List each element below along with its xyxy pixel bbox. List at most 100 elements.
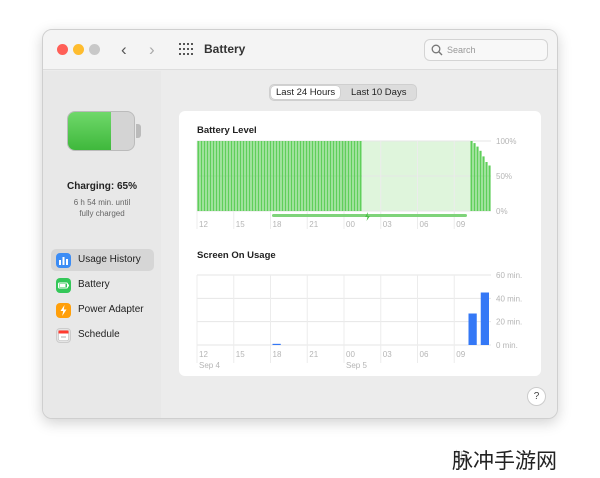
usage-bar	[272, 343, 281, 345]
battery-bar	[488, 165, 491, 211]
screen-on-usage-heading: Screen On Usage	[197, 250, 276, 261]
battery-bar	[320, 141, 323, 211]
usage-bar	[480, 292, 489, 345]
battery-bar	[245, 141, 248, 211]
sidebar-item-schedule[interactable]: Schedule	[51, 324, 154, 346]
battery-bar	[347, 141, 350, 211]
battery-bar	[473, 143, 476, 211]
battery-bar	[224, 141, 227, 211]
battery-bar	[266, 141, 269, 211]
battery-fill	[68, 112, 111, 150]
battery-bar	[476, 146, 479, 211]
battery-bar	[293, 141, 296, 211]
battery-bar	[308, 141, 311, 211]
battery-bar	[212, 141, 215, 211]
battery-bar	[284, 141, 287, 211]
battery-bar	[257, 141, 260, 211]
x-tick-label: 21	[309, 350, 318, 359]
battery-bar	[323, 141, 326, 211]
x-tick-label: 18	[273, 350, 282, 359]
battery-level-chart: 100% 50% 0% 12 15 18 21 00 03 06 09	[196, 137, 516, 229]
battery-bar	[209, 141, 212, 211]
time-remaining-line1: 6 h 54 min. until	[73, 198, 131, 207]
help-button[interactable]: ?	[527, 387, 546, 406]
sidebar-item-usage-history[interactable]: Usage History	[51, 249, 154, 271]
y-tick-label: 0%	[496, 207, 508, 216]
battery-tip	[136, 124, 141, 138]
window-title: Battery	[204, 42, 246, 56]
charging-status: Charging: 65%	[66, 181, 137, 192]
tab-last-10-days[interactable]: Last 10 Days	[346, 86, 411, 99]
search-placeholder: Search	[447, 45, 476, 55]
battery-bar	[275, 141, 278, 211]
range-segmented-control: Last 24 Hours Last 10 Days	[269, 84, 417, 101]
usage-chart-card: Battery Level 100% 50% 0% 12 15 18 21 00 03 06 09 …	[179, 111, 541, 376]
battery-bar	[479, 150, 482, 211]
battery-bar	[305, 141, 308, 211]
watermark-text: 脉冲手游网	[452, 450, 557, 473]
back-arrow-icon[interactable]: ‹	[121, 40, 127, 60]
bar-chart-icon	[56, 253, 71, 268]
x-tick-label: 06	[420, 220, 429, 229]
lightning-icon	[56, 303, 71, 318]
tab-last-24-hours[interactable]: Last 24 Hours	[271, 86, 341, 99]
battery-bar	[485, 162, 488, 211]
battery-bar	[287, 141, 290, 211]
battery-bar	[251, 141, 254, 211]
battery-bar	[296, 141, 299, 211]
battery-bar	[278, 141, 281, 211]
battery-bar	[317, 141, 320, 211]
battery-bar	[311, 141, 314, 211]
sidebar-item-power-adapter[interactable]: Power Adapter	[51, 299, 154, 321]
title-bar: ‹ › Battery Search	[43, 30, 557, 70]
x-tick-label: 15	[236, 350, 245, 359]
battery-bar	[236, 141, 239, 211]
zoom-window-button[interactable]	[89, 44, 100, 55]
battery-bar	[482, 156, 485, 211]
y-tick-label: 0 min.	[496, 341, 518, 350]
battery-bar	[203, 141, 206, 211]
x-tick-label: 03	[383, 220, 392, 229]
x-tick-label: 09	[456, 350, 465, 359]
battery-bar	[332, 141, 335, 211]
y-tick-label: 50%	[496, 172, 512, 181]
search-field[interactable]: Search	[424, 39, 548, 61]
time-remaining: 6 h 54 min. until fully charged	[43, 197, 161, 219]
battery-bar	[263, 141, 266, 211]
battery-bar	[470, 141, 473, 211]
x-tick-label: 21	[309, 220, 318, 229]
x-date-label: Sep 5	[346, 361, 367, 370]
battery-bar	[218, 141, 221, 211]
show-all-grid-icon[interactable]	[179, 43, 193, 55]
battery-window: ‹ › Battery Search Charging: 65% 6 h 54 …	[42, 29, 558, 419]
sidebar-item-label: Battery	[78, 279, 110, 290]
x-tick-label: 18	[273, 220, 282, 229]
battery-bar	[233, 141, 236, 211]
battery-bar	[197, 141, 200, 211]
battery-bar	[353, 141, 356, 211]
battery-icon	[56, 278, 71, 293]
battery-bar	[281, 141, 284, 211]
battery-bar	[329, 141, 332, 211]
battery-bar	[338, 141, 341, 211]
battery-graphic-icon	[67, 111, 135, 151]
battery-bar	[356, 141, 359, 211]
battery-bar	[350, 141, 353, 211]
battery-bar	[299, 141, 302, 211]
x-date-label: Sep 4	[199, 361, 220, 370]
x-tick-label: 12	[199, 350, 208, 359]
forward-arrow-icon[interactable]: ›	[149, 40, 155, 60]
battery-bar	[302, 141, 305, 211]
usage-bar	[468, 313, 477, 345]
close-window-button[interactable]	[57, 44, 68, 55]
battery-bar	[230, 141, 233, 211]
charging-bolt-icon	[365, 212, 370, 221]
battery-bar	[206, 141, 209, 211]
battery-bar	[239, 141, 242, 211]
minimize-window-button[interactable]	[73, 44, 84, 55]
battery-bar	[221, 141, 224, 211]
main-content: Last 24 Hours Last 10 Days Battery Level…	[161, 71, 557, 418]
sidebar-item-battery[interactable]: Battery	[51, 274, 154, 296]
screen-on-usage-chart: 60 min. 40 min. 20 min. 0 min. 12 15 18 21 00 03 0…	[196, 271, 522, 370]
battery-bar	[269, 141, 272, 211]
